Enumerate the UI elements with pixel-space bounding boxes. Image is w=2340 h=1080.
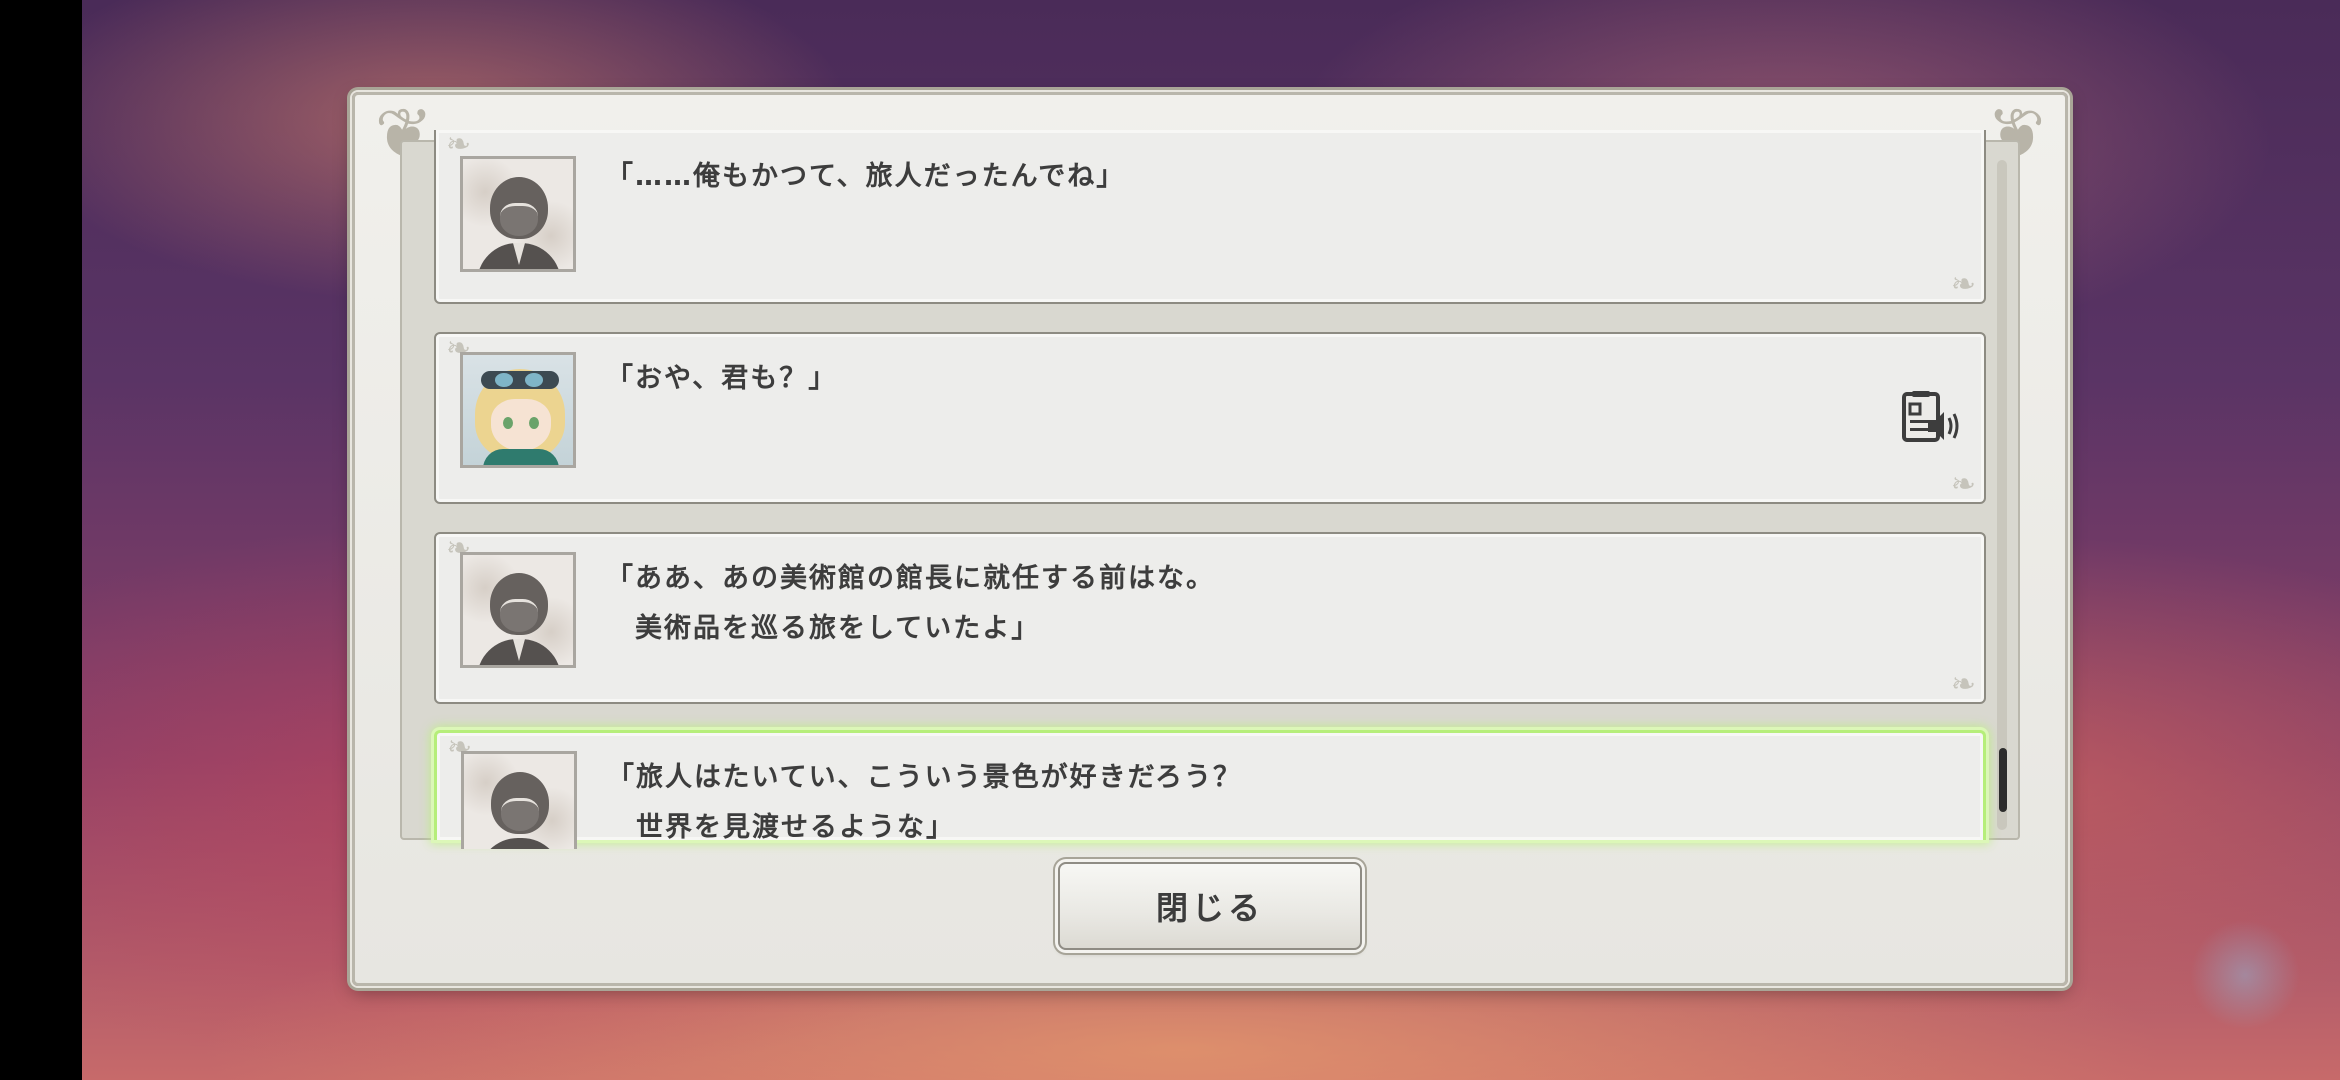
dialogue-line: 世界を見渡せるような」 bbox=[607, 812, 955, 843]
background-glow bbox=[2190, 920, 2300, 1030]
speaker-avatar-silhouette bbox=[460, 156, 576, 272]
dialogue-line: 「ああ、あの美術館の館長に就任する前はな。 bbox=[606, 563, 1215, 594]
speaker-avatar-character bbox=[460, 352, 576, 468]
voice-replay-button[interactable] bbox=[1902, 390, 1962, 446]
log-entry-current[interactable]: ❧ 「旅人はたいてい、こういう景色が好きだろう？ 世界を見渡せるような」 bbox=[434, 730, 1986, 849]
flourish-ornament-icon: ❧ bbox=[1950, 667, 1976, 702]
log-entry[interactable]: ❧ ❧ 「ああ、あの美術館の館長に就任する前はな。 美術品を巡る旅をしていたよ」 bbox=[434, 532, 1986, 704]
close-button[interactable]: 閉じる bbox=[1058, 862, 1362, 950]
log-entry[interactable]: ❧ ❧ 「おや、君も？」 bbox=[434, 332, 1986, 504]
dialogue-line: 「……俺もかつて、旅人だったんでね」 bbox=[606, 161, 1126, 192]
scrollbar-thumb[interactable] bbox=[1999, 748, 2007, 812]
speaker-avatar-silhouette bbox=[460, 552, 576, 668]
dialogue-line: 「おや、君も？」 bbox=[606, 363, 838, 394]
log-entry[interactable]: ❧ ❧ 「……俺もかつて、旅人だったんでね」 bbox=[434, 130, 1986, 304]
flourish-ornament-icon: ❧ bbox=[1950, 467, 1976, 502]
speaker-avatar-silhouette bbox=[461, 751, 577, 849]
dialogue-line: 「旅人はたいてい、こういう景色が好きだろう？ bbox=[607, 762, 1243, 793]
screen-letterbox bbox=[0, 0, 82, 1080]
voice-replay-icon bbox=[1902, 391, 1959, 442]
dialogue-line: 美術品を巡る旅をしていたよ」 bbox=[606, 613, 1041, 644]
flourish-ornament-icon: ❧ bbox=[1950, 267, 1976, 302]
scrollbar-track[interactable] bbox=[1997, 160, 2007, 830]
